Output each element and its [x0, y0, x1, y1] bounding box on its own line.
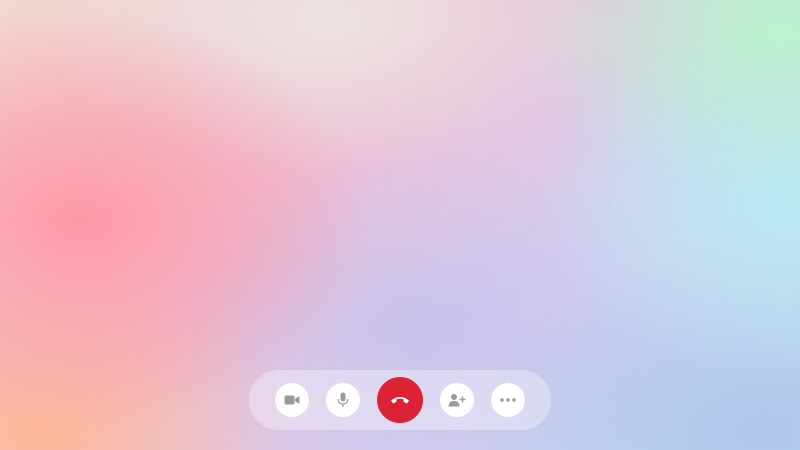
more-dots-icon [500, 398, 516, 402]
add-person-icon [448, 394, 466, 407]
add-participant-button[interactable] [440, 383, 474, 417]
call-screen [0, 0, 800, 450]
camera-button[interactable] [275, 383, 309, 417]
end-call-button[interactable] [377, 377, 423, 423]
call-control-bar [249, 370, 551, 430]
microphone-icon [337, 392, 349, 407]
phone-hangup-icon [391, 397, 409, 404]
more-options-button[interactable] [491, 383, 525, 417]
video-camera-icon [284, 395, 300, 405]
microphone-button[interactable] [326, 383, 360, 417]
